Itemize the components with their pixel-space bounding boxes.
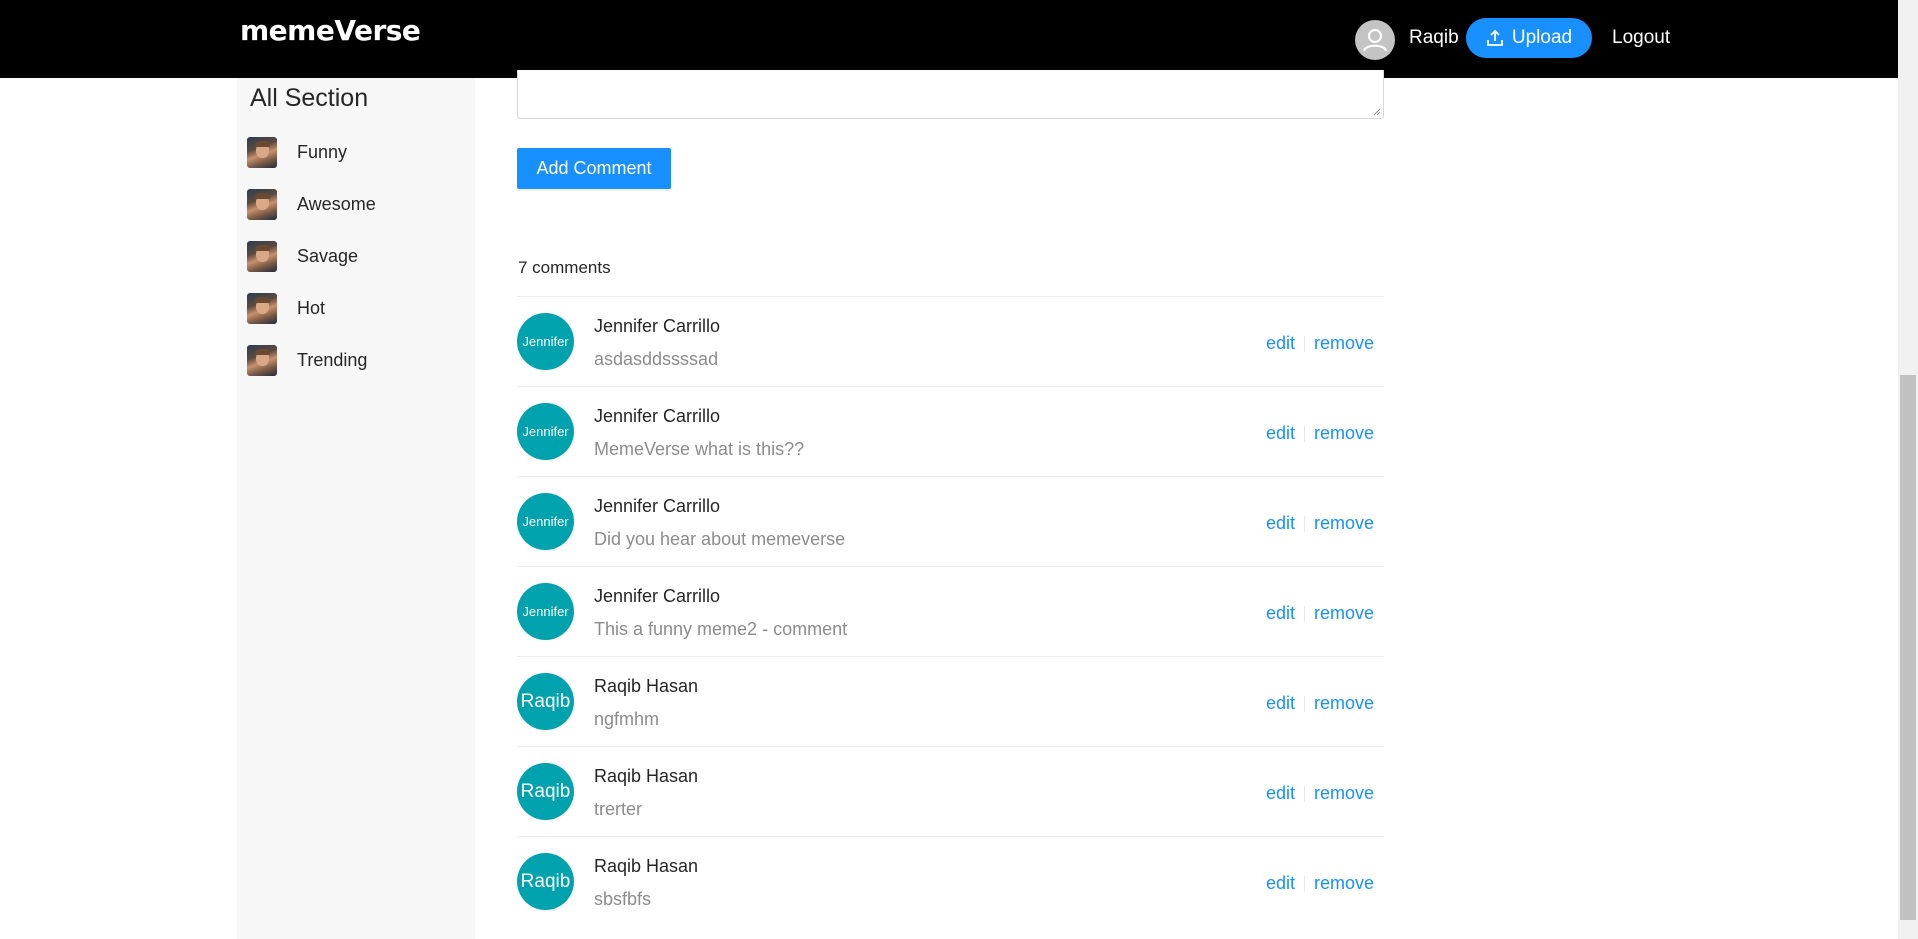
action-divider bbox=[1303, 425, 1305, 442]
comment-avatar: Raqib bbox=[517, 673, 574, 730]
remove-link[interactable]: remove bbox=[1314, 603, 1374, 624]
comment-author: Raqib Hasan bbox=[594, 766, 699, 786]
comment-avatar: Raqib bbox=[517, 853, 574, 910]
comment-actions: edit remove bbox=[1266, 693, 1374, 714]
action-divider bbox=[1303, 695, 1305, 712]
edit-link[interactable]: edit bbox=[1266, 333, 1295, 354]
comment-text: ngfmhm bbox=[594, 709, 660, 729]
edit-link[interactable]: edit bbox=[1266, 603, 1295, 624]
edit-link[interactable]: edit bbox=[1266, 423, 1295, 444]
comment-actions: edit remove bbox=[1266, 423, 1374, 444]
comment-text: MemeVerse what is this?? bbox=[594, 439, 805, 459]
comment-item: Jennifer Jennifer Carrillo This a funny … bbox=[517, 566, 1384, 656]
comment-text: This a funny meme2 - comment bbox=[594, 619, 848, 639]
edit-link[interactable]: edit bbox=[1266, 873, 1295, 894]
user-name[interactable]: Raqib bbox=[1409, 27, 1459, 49]
comment-avatar: Jennifer bbox=[517, 403, 574, 460]
comment-count: 7 comments bbox=[518, 258, 611, 277]
comment-author: Jennifer Carrillo bbox=[594, 316, 721, 336]
comment-actions: edit remove bbox=[1266, 603, 1374, 624]
remove-link[interactable]: remove bbox=[1314, 333, 1374, 354]
comment-author: Jennifer Carrillo bbox=[594, 406, 721, 426]
sidebar-item-savage[interactable]: Savage bbox=[247, 241, 467, 273]
section-thumbnail bbox=[247, 345, 277, 376]
comment-author: Jennifer Carrillo bbox=[594, 496, 721, 516]
comment-item: Jennifer Jennifer Carrillo asdasddssssad… bbox=[517, 296, 1384, 386]
edit-link[interactable]: edit bbox=[1266, 513, 1295, 534]
upload-label: Upload bbox=[1511, 27, 1573, 48]
sidebar-item-label: Funny bbox=[297, 142, 348, 162]
comment-actions: edit remove bbox=[1266, 513, 1374, 534]
sidebar-item-label: Awesome bbox=[297, 194, 376, 214]
upload-button[interactable]: Upload bbox=[1466, 18, 1592, 58]
action-divider bbox=[1303, 785, 1305, 802]
user-avatar[interactable] bbox=[1355, 20, 1395, 60]
sidebar-item-label: Trending bbox=[297, 350, 368, 370]
page-scrollbar[interactable] bbox=[1898, 0, 1918, 939]
upload-icon bbox=[1486, 29, 1503, 46]
user-icon bbox=[1363, 29, 1387, 52]
comment-text: trerter bbox=[594, 799, 643, 819]
comment-item: Raqib Raqib Hasan sbsfbfs edit remove bbox=[517, 836, 1384, 926]
action-divider bbox=[1303, 515, 1305, 532]
sidebar-item-funny[interactable]: Funny bbox=[247, 137, 467, 169]
logout-link[interactable]: Logout bbox=[1612, 27, 1670, 49]
remove-link[interactable]: remove bbox=[1314, 783, 1374, 804]
scrollbar-thumb[interactable] bbox=[1900, 375, 1916, 920]
comment-actions: edit remove bbox=[1266, 783, 1374, 804]
edit-link[interactable]: edit bbox=[1266, 783, 1295, 804]
sidebar-item-hot[interactable]: Hot bbox=[247, 293, 467, 325]
comment-item: Raqib Raqib Hasan ngfmhm edit remove bbox=[517, 656, 1384, 746]
comment-actions: edit remove bbox=[1266, 333, 1374, 354]
comment-avatar: Jennifer bbox=[517, 313, 574, 370]
section-thumbnail bbox=[247, 241, 277, 272]
site-logo[interactable]: memeVerse bbox=[240, 14, 421, 47]
comment-author: Raqib Hasan bbox=[594, 676, 699, 696]
add-comment-button[interactable]: Add Comment bbox=[517, 148, 671, 189]
comment-list: Jennifer Jennifer Carrillo asdasddssssad… bbox=[517, 296, 1384, 926]
top-navbar: memeVerse Raqib Upload Logout bbox=[0, 0, 1898, 78]
sidebar: All Section Funny Awesome Savage Hot Tre… bbox=[237, 78, 475, 939]
comment-author: Jennifer Carrillo bbox=[594, 586, 721, 606]
sidebar-title: All Section bbox=[250, 84, 369, 112]
remove-link[interactable]: remove bbox=[1314, 873, 1374, 894]
comment-item: Jennifer Jennifer Carrillo Did you hear … bbox=[517, 476, 1384, 566]
sidebar-item-awesome[interactable]: Awesome bbox=[247, 189, 467, 221]
comment-author: Raqib Hasan bbox=[594, 856, 699, 876]
action-divider bbox=[1303, 605, 1305, 622]
resize-handle-icon[interactable] bbox=[1371, 106, 1381, 116]
comment-text: Did you hear about memeverse bbox=[594, 529, 846, 549]
sidebar-item-label: Savage bbox=[297, 246, 359, 266]
remove-link[interactable]: remove bbox=[1314, 693, 1374, 714]
remove-link[interactable]: remove bbox=[1314, 513, 1374, 534]
action-divider bbox=[1303, 335, 1305, 352]
comment-actions: edit remove bbox=[1266, 873, 1374, 894]
action-divider bbox=[1303, 875, 1305, 892]
section-thumbnail bbox=[247, 293, 277, 324]
sidebar-item-trending[interactable]: Trending bbox=[247, 345, 467, 377]
comment-avatar: Jennifer bbox=[517, 493, 574, 550]
comment-item: Jennifer Jennifer Carrillo MemeVerse wha… bbox=[517, 386, 1384, 476]
sidebar-item-label: Hot bbox=[297, 298, 326, 318]
edit-link[interactable]: edit bbox=[1266, 693, 1295, 714]
comment-avatar: Jennifer bbox=[517, 583, 574, 640]
comment-item: Raqib Raqib Hasan trerter edit remove bbox=[517, 746, 1384, 836]
remove-link[interactable]: remove bbox=[1314, 423, 1374, 444]
comment-avatar: Raqib bbox=[517, 763, 574, 820]
section-thumbnail bbox=[247, 189, 277, 220]
comment-text: asdasddssssad bbox=[594, 349, 719, 369]
comment-textarea[interactable] bbox=[517, 70, 1384, 119]
comment-text: sbsfbfs bbox=[594, 889, 652, 909]
section-thumbnail bbox=[247, 137, 277, 168]
